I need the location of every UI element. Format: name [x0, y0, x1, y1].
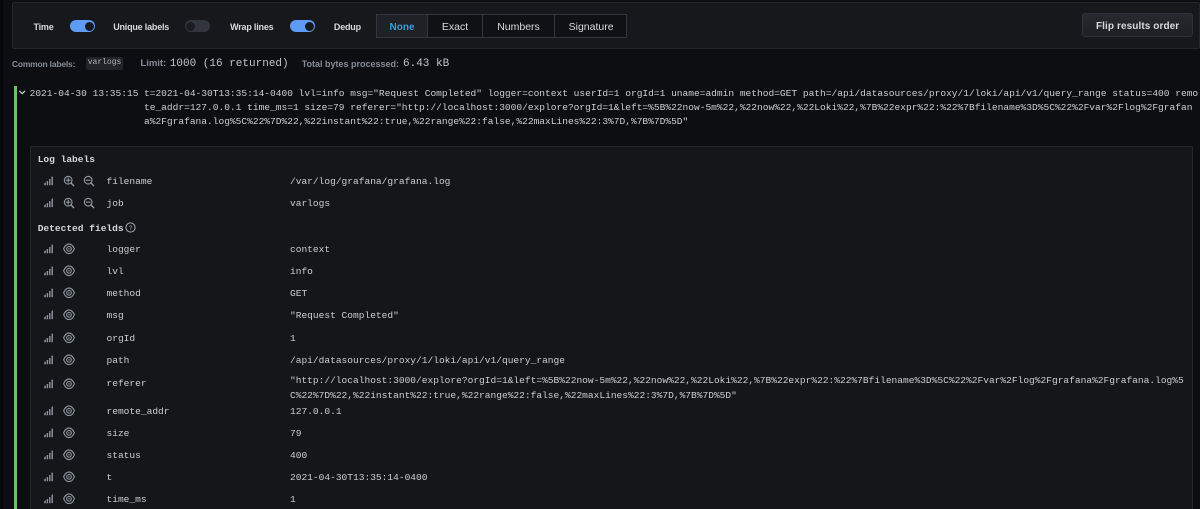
svg-text:?: ?: [129, 225, 133, 232]
